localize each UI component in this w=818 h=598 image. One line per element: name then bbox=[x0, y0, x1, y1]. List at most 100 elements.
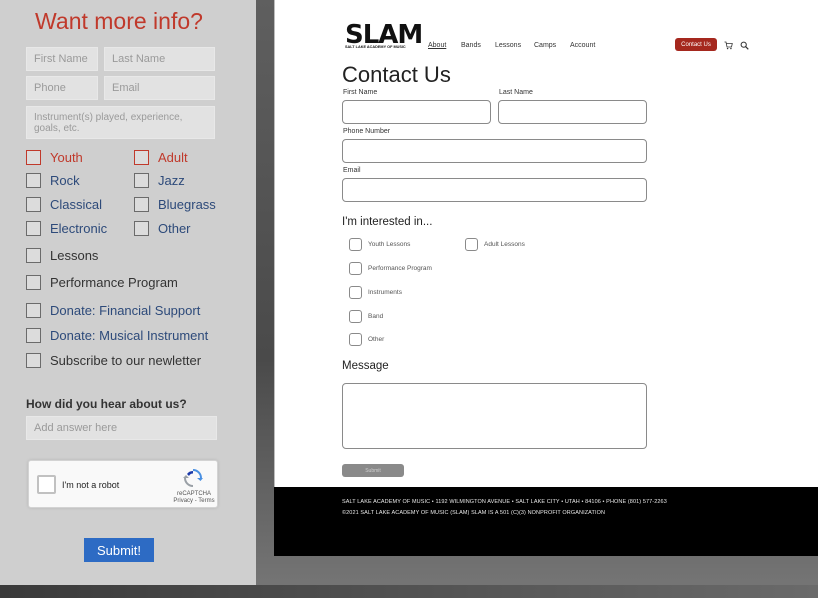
nav-camps[interactable]: Camps bbox=[534, 42, 556, 49]
option-adult-lessons[interactable]: Adult Lessons bbox=[465, 238, 525, 251]
checkbox-label: Classical bbox=[50, 197, 103, 212]
checkbox-box[interactable] bbox=[134, 173, 149, 188]
option-band[interactable]: Band bbox=[349, 310, 383, 323]
first-name-label: First Name bbox=[343, 89, 378, 96]
nav-bands[interactable]: Bands bbox=[461, 42, 481, 49]
option-youth-lessons[interactable]: Youth Lessons bbox=[349, 238, 410, 251]
checkbox-box[interactable] bbox=[26, 173, 41, 188]
option-instruments[interactable]: Instruments bbox=[349, 286, 402, 299]
checkbox-box[interactable] bbox=[349, 238, 362, 251]
email-input[interactable]: Email bbox=[104, 76, 215, 100]
checkbox-label: Lessons bbox=[50, 248, 99, 263]
checkbox-label: Performance Program bbox=[50, 275, 178, 290]
info-submit-button[interactable]: Submit! bbox=[84, 538, 154, 562]
recaptcha-checkbox[interactable] bbox=[37, 475, 56, 494]
checkbox-other[interactable]: Other bbox=[134, 221, 191, 236]
contact-us-button[interactable]: Contact Us bbox=[675, 38, 717, 51]
checkbox-label: Other bbox=[158, 221, 191, 236]
nav-lessons[interactable]: Lessons bbox=[495, 42, 521, 49]
phone-input[interactable]: Phone bbox=[26, 76, 98, 100]
checkbox-donate-instrument[interactable]: Donate: Musical Instrument bbox=[26, 328, 208, 343]
recaptcha-text: reCAPTCHA Privacy - Terms bbox=[169, 491, 219, 505]
checkbox-box[interactable] bbox=[26, 303, 41, 318]
option-label: Adult Lessons bbox=[484, 241, 525, 248]
checkbox-label: Jazz bbox=[158, 173, 185, 188]
info-form-panel: Want more info? First Name Last Name Pho… bbox=[0, 0, 256, 585]
details-input[interactable]: Instrument(s) played, experience, goals,… bbox=[26, 106, 215, 139]
checkbox-adult[interactable]: Adult bbox=[134, 150, 188, 165]
first-name-field[interactable] bbox=[342, 100, 491, 124]
checkbox-jazz[interactable]: Jazz bbox=[134, 173, 185, 188]
checkbox-box[interactable] bbox=[134, 150, 149, 165]
site-footer bbox=[274, 487, 818, 556]
recaptcha-links[interactable]: Privacy - Terms bbox=[169, 498, 219, 505]
email-field[interactable] bbox=[342, 178, 647, 202]
checkbox-youth[interactable]: Youth bbox=[26, 150, 83, 165]
checkbox-rock[interactable]: Rock bbox=[26, 173, 80, 188]
contact-submit-button[interactable]: Submit bbox=[342, 464, 404, 477]
checkbox-box[interactable] bbox=[134, 221, 149, 236]
bottom-strip bbox=[0, 585, 818, 598]
checkbox-donate-financial[interactable]: Donate: Financial Support bbox=[26, 303, 200, 318]
phone-field[interactable] bbox=[342, 139, 647, 163]
checkbox-box[interactable] bbox=[26, 248, 41, 263]
recaptcha-brand: reCAPTCHA bbox=[176, 491, 211, 497]
last-name-field[interactable] bbox=[498, 100, 647, 124]
nav-about[interactable]: About bbox=[428, 42, 446, 49]
checkbox-box[interactable] bbox=[26, 275, 41, 290]
checkbox-label: Bluegrass bbox=[158, 197, 216, 212]
cart-icon[interactable] bbox=[724, 41, 733, 50]
checkbox-box[interactable] bbox=[26, 150, 41, 165]
site-logo-subtitle: SALT LAKE ACADEMY OF MUSIC bbox=[345, 45, 406, 49]
recaptcha-logo-icon bbox=[183, 469, 203, 487]
message-heading: Message bbox=[342, 360, 389, 372]
option-label: Instruments bbox=[368, 289, 402, 296]
option-performance[interactable]: Performance Program bbox=[349, 262, 432, 275]
checkbox-box[interactable] bbox=[349, 262, 362, 275]
checkbox-label: Electronic bbox=[50, 221, 108, 236]
footer-address: SALT LAKE ACADEMY OF MUSIC • 1192 WILMIN… bbox=[342, 499, 667, 505]
option-other[interactable]: Other bbox=[349, 333, 384, 346]
checkbox-label: Rock bbox=[50, 173, 80, 188]
option-label: Other bbox=[368, 336, 385, 343]
option-label: Performance Program bbox=[368, 265, 432, 272]
checkbox-subscribe[interactable]: Subscribe to our newletter bbox=[26, 353, 201, 368]
checkbox-bluegrass[interactable]: Bluegrass bbox=[134, 197, 216, 212]
checkbox-lessons[interactable]: Lessons bbox=[26, 248, 98, 263]
checkbox-label: Subscribe to our newletter bbox=[50, 353, 202, 368]
email-label: Email bbox=[343, 167, 361, 174]
recaptcha-widget: I'm not a robot reCAPTCHA Privacy - Term… bbox=[28, 460, 218, 508]
checkbox-box[interactable] bbox=[26, 197, 41, 212]
checkbox-box[interactable] bbox=[349, 286, 362, 299]
checkbox-label: Donate: Musical Instrument bbox=[50, 328, 209, 343]
search-icon[interactable] bbox=[740, 41, 749, 50]
checkbox-box[interactable] bbox=[349, 333, 362, 346]
checkbox-box[interactable] bbox=[349, 310, 362, 323]
last-name-input[interactable]: Last Name bbox=[104, 47, 215, 71]
how-heard-input[interactable]: Add answer here bbox=[26, 416, 217, 440]
checkbox-electronic[interactable]: Electronic bbox=[26, 221, 107, 236]
footer-copyright: ©2021 SALT LAKE ACADEMY OF MUSIC (SLAM) … bbox=[342, 510, 606, 516]
checkbox-box[interactable] bbox=[26, 221, 41, 236]
checkbox-classical[interactable]: Classical bbox=[26, 197, 102, 212]
how-heard-heading: How did you hear about us? bbox=[26, 397, 187, 411]
checkbox-box[interactable] bbox=[26, 353, 41, 368]
checkbox-box[interactable] bbox=[26, 328, 41, 343]
checkbox-performance[interactable]: Performance Program bbox=[26, 275, 178, 290]
option-label: Band bbox=[368, 313, 384, 320]
nav-account[interactable]: Account bbox=[570, 42, 595, 49]
recaptcha-label: I'm not a robot bbox=[62, 480, 120, 490]
option-label: Youth Lessons bbox=[368, 241, 411, 248]
last-name-label: Last Name bbox=[499, 89, 533, 96]
first-name-input[interactable]: First Name bbox=[26, 47, 98, 71]
interested-heading: I'm interested in... bbox=[342, 216, 433, 228]
phone-label: Phone Number bbox=[343, 128, 391, 135]
checkbox-box[interactable] bbox=[465, 238, 478, 251]
checkbox-label: Adult bbox=[158, 150, 188, 165]
page-title: Contact Us bbox=[342, 62, 451, 87]
checkbox-box[interactable] bbox=[134, 197, 149, 212]
message-field[interactable] bbox=[342, 383, 647, 449]
checkbox-label: Donate: Financial Support bbox=[50, 303, 201, 318]
checkbox-label: Youth bbox=[50, 150, 83, 165]
info-form-title: Want more info? bbox=[35, 8, 203, 34]
